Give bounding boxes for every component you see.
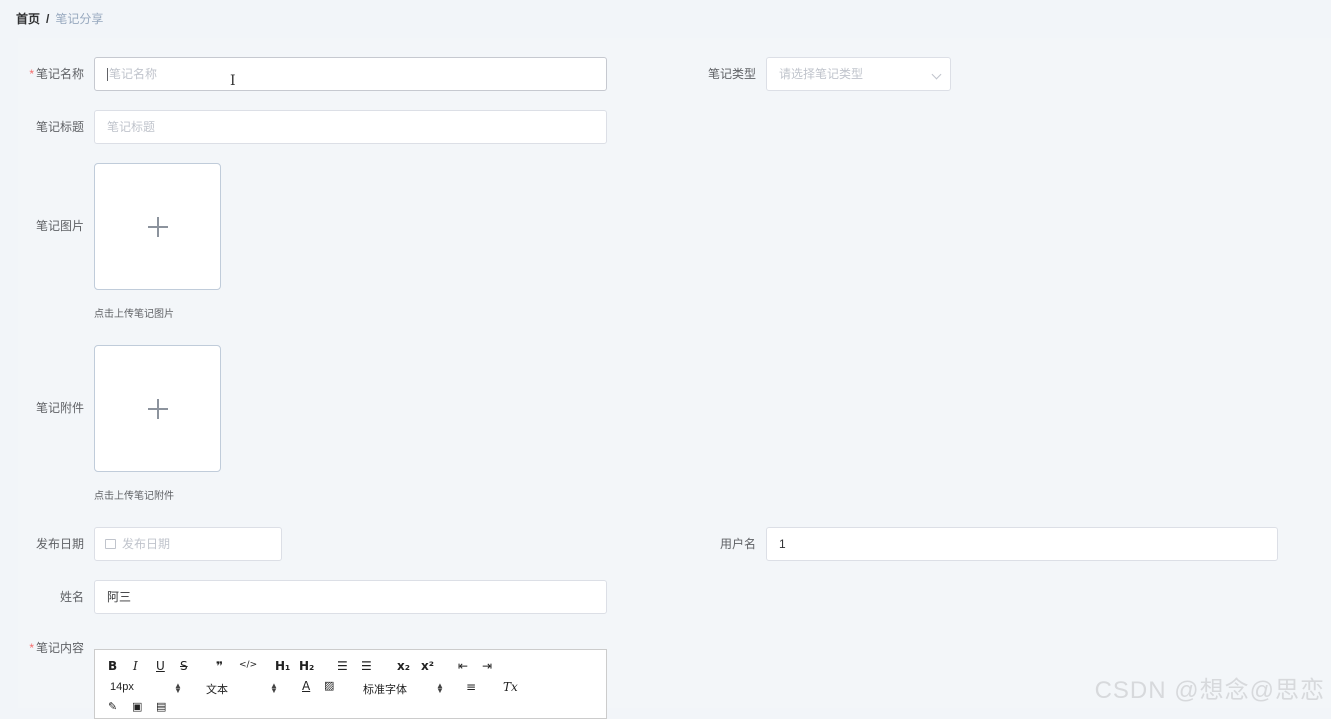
code-block-button[interactable]: </> xyxy=(239,660,257,670)
note-image-label: 笔记图片 xyxy=(35,219,84,233)
note-name-input[interactable]: 笔记名称 xyxy=(94,57,607,91)
note-title-input[interactable]: 笔记标题 xyxy=(94,110,607,144)
note-image-upload[interactable] xyxy=(94,163,221,290)
breadcrumb: 首页 / 笔记分享 xyxy=(16,10,103,27)
note-title-label: 笔记标题 xyxy=(35,120,84,134)
username-label: 用户名 xyxy=(719,537,756,551)
publish-date-picker[interactable]: 发布日期 xyxy=(94,527,282,561)
watermark: CSDN @想念@思恋 xyxy=(1094,677,1325,704)
header-1-button[interactable]: H₁ xyxy=(275,659,290,673)
note-name-label: * 笔记名称 xyxy=(29,67,84,81)
text-cursor-icon: I xyxy=(230,73,236,89)
note-type-label: 笔记类型 xyxy=(707,67,756,81)
strike-button[interactable]: S xyxy=(180,659,188,673)
chevron-down-icon xyxy=(931,69,942,80)
font-family-picker[interactable]: 标准字体 xyxy=(363,681,407,697)
breadcrumb-separator: / xyxy=(46,12,50,26)
note-attachment-upload[interactable] xyxy=(94,345,221,472)
header-spinner-icon: ▲ ▼ xyxy=(270,681,278,695)
indent-button[interactable]: ⇥ xyxy=(482,659,492,673)
clear-format-button[interactable]: Tx xyxy=(503,680,518,694)
plus-icon xyxy=(148,217,168,237)
calendar-icon xyxy=(105,538,116,549)
breadcrumb-home[interactable]: 首页 xyxy=(16,12,40,26)
font-color-icon[interactable]: A xyxy=(302,679,310,693)
content-label: * 笔记内容 xyxy=(29,641,84,655)
align-left-icon[interactable]: ≡ xyxy=(466,680,476,694)
font-family-spinner-icon: ▲ ▼ xyxy=(436,681,444,695)
underline-button[interactable]: U xyxy=(156,659,165,673)
plus-icon xyxy=(148,399,168,419)
username-input[interactable]: 1 xyxy=(766,527,1278,561)
real-name-label: 姓名 xyxy=(59,590,84,604)
background-color-icon[interactable]: ▨ xyxy=(324,679,334,692)
note-attachment-label: 笔记附件 xyxy=(35,401,84,415)
outdent-button[interactable]: ⇤ xyxy=(458,659,468,673)
note-type-select[interactable]: 请选择笔记类型 xyxy=(766,57,951,91)
superscript-button[interactable]: x² xyxy=(421,659,434,673)
italic-button[interactable]: I xyxy=(133,659,138,673)
image-icon[interactable]: ▣ xyxy=(132,700,142,713)
publish-date-label: 发布日期 xyxy=(35,537,84,551)
subscript-button[interactable]: x₂ xyxy=(397,659,410,673)
breadcrumb-current: 笔记分享 xyxy=(55,12,104,26)
link-icon[interactable]: ✎ xyxy=(108,700,117,713)
rich-text-editor[interactable]: B I U S ❞ </> H₁ H₂ ☰ ☰ x₂ x² ⇤ ⇥ 14px ▲… xyxy=(94,649,607,719)
bullet-list-button[interactable]: ☰ xyxy=(361,659,372,673)
font-size-picker[interactable]: 14px xyxy=(110,681,134,693)
header-picker[interactable]: 文本 xyxy=(206,681,228,697)
note-image-tip: 点击上传笔记图片 xyxy=(94,309,174,320)
font-size-spinner-icon: ▲ ▼ xyxy=(174,681,182,695)
header-2-button[interactable]: H₂ xyxy=(299,659,314,673)
blockquote-button[interactable]: ❞ xyxy=(216,659,223,673)
ordered-list-button[interactable]: ☰ xyxy=(337,659,348,673)
bold-button[interactable]: B xyxy=(108,659,117,673)
note-attachment-tip: 点击上传笔记附件 xyxy=(94,491,174,502)
video-icon[interactable]: ▤ xyxy=(156,700,166,713)
real-name-input[interactable]: 阿三 xyxy=(94,580,607,614)
